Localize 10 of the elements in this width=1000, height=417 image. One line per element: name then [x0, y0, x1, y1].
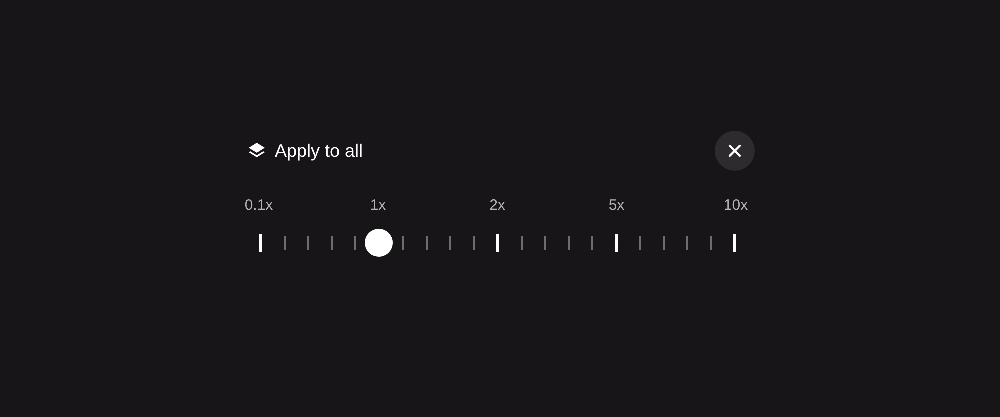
slider-thumb[interactable] — [365, 229, 394, 257]
speed-label: 1x — [370, 197, 386, 214]
close-button[interactable] — [715, 131, 755, 171]
speed-label: 10x — [724, 197, 748, 214]
speed-slider[interactable] — [259, 229, 736, 257]
speed-label: 2x — [490, 197, 506, 214]
speed-label: 5x — [608, 197, 625, 214]
speed-label: 0.1x — [244, 197, 274, 214]
close-icon — [727, 143, 743, 159]
apply-to-all-label[interactable]: Apply to all — [275, 140, 364, 162]
